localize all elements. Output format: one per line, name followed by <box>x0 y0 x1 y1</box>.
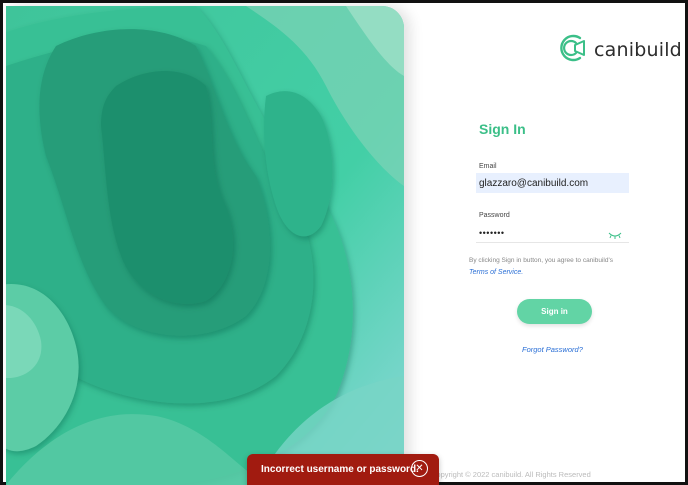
eye-closed-icon[interactable] <box>608 227 622 239</box>
canibuild-logo-icon <box>556 32 588 69</box>
decorative-artwork <box>6 6 404 485</box>
copyright-text: Copyright © 2022 canibuild. All Rights R… <box>431 470 591 479</box>
email-label: Email <box>479 163 497 170</box>
password-field[interactable] <box>476 223 629 243</box>
error-message: Incorrect username or password. <box>261 464 419 475</box>
terms-text: By clicking Sign in button, you agree to… <box>469 257 613 264</box>
close-icon[interactable]: ✕ <box>411 460 428 477</box>
terms-notice: By clicking Sign in button, you agree to… <box>469 255 619 279</box>
login-window: canibuild Sign In Email Password By clic… <box>0 0 688 485</box>
email-field[interactable] <box>476 173 629 193</box>
forgot-password-link[interactable]: Forgot Password? <box>522 345 583 354</box>
sign-in-button[interactable]: Sign in <box>517 299 592 324</box>
password-label: Password <box>479 212 510 219</box>
terms-of-service-link[interactable]: Terms of Service. <box>469 269 523 276</box>
page-title: Sign In <box>479 121 526 137</box>
error-toast: Incorrect username or password. ✕ <box>247 454 439 485</box>
brand-logo: canibuild <box>556 33 682 67</box>
brand-name: canibuild <box>594 39 682 61</box>
